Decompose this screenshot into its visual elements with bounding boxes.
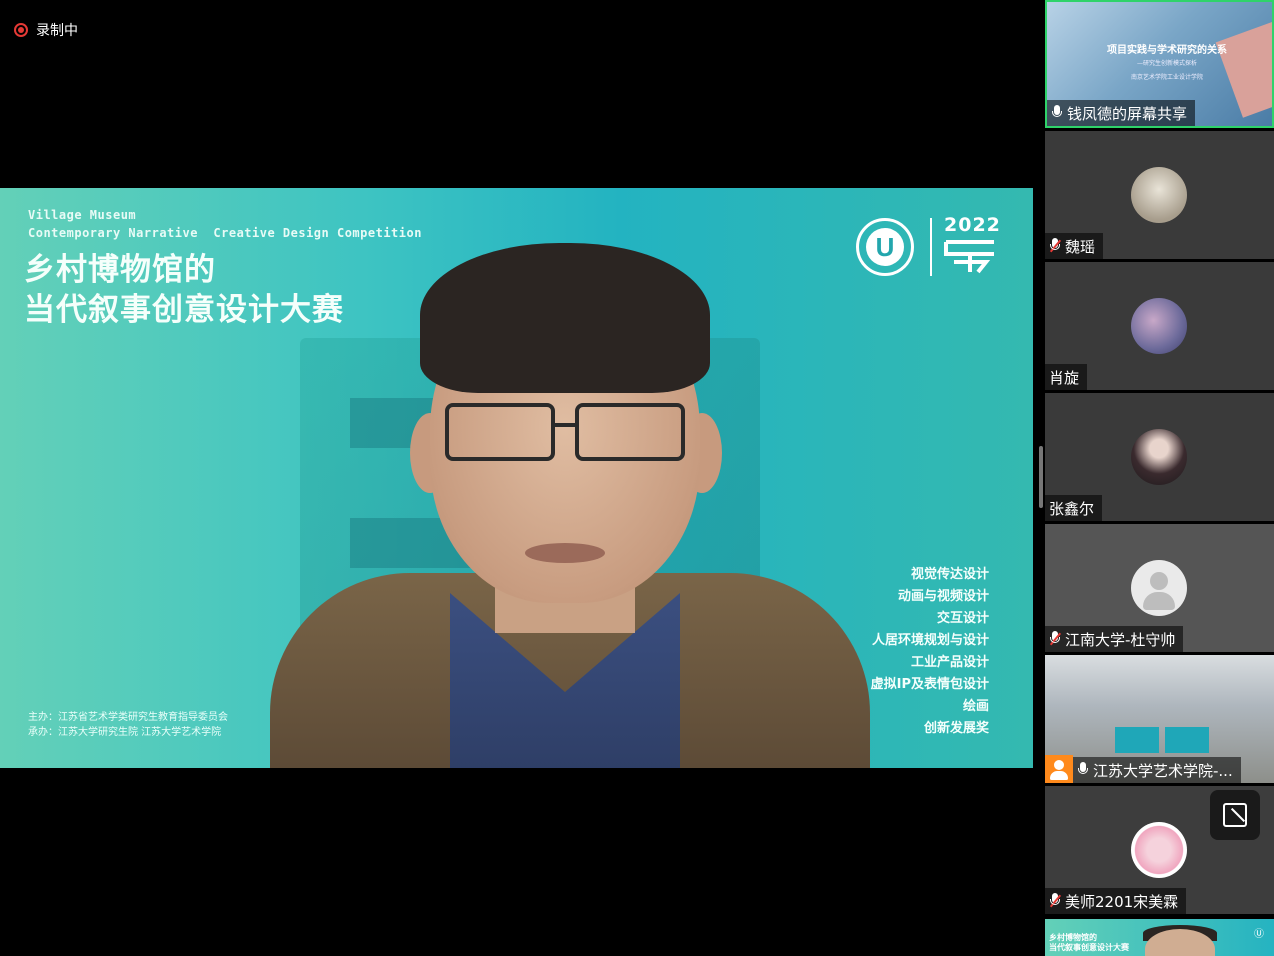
participant-tile-screen-share[interactable]: 项目实践与学术研究的关系 —研究生创新模式探析 南京艺术学院工业设计学院 钱凤德… xyxy=(1045,0,1274,128)
glasses xyxy=(445,403,555,461)
slide-organizer: 主办：江苏省艺术学类研究生教育指导委员会 承办：江苏大学研究生院 江苏大学艺术学… xyxy=(28,712,228,738)
avatar xyxy=(1131,822,1187,878)
category-item: 动画与视频设计 xyxy=(897,589,989,604)
microphone-icon xyxy=(1051,105,1063,121)
avatar xyxy=(1131,298,1187,354)
competition-mark-icon xyxy=(944,240,994,274)
category-item: 工业产品设计 xyxy=(910,655,989,670)
whiteboard-edit-icon xyxy=(1223,803,1247,827)
participant-tile[interactable]: 肖旋 xyxy=(1045,262,1274,390)
participant-tile[interactable]: 魏瑶 xyxy=(1045,131,1274,259)
share-thumbnail-subtitle: —研究生创新模式探析 xyxy=(1136,60,1197,67)
share-thumbnail-note: 南京艺术学院工业设计学院 xyxy=(1130,74,1203,81)
whiteboard-edit-button[interactable] xyxy=(1210,790,1260,840)
category-item: 绘画 xyxy=(962,699,989,714)
mini-slide-title: 乡村博物馆的 当代叙事创意设计大赛 xyxy=(1049,933,1129,952)
participant-tile[interactable]: 江南大学-杜守帅 xyxy=(1045,524,1274,652)
slide-category-list: 视觉传达设计 动画与视频设计 交互设计 人居环境规划与设计 工业产品设计 虚拟I… xyxy=(871,564,989,740)
category-item: 虚拟IP及表情包设计 xyxy=(870,677,989,692)
default-avatar-icon xyxy=(1131,560,1187,616)
recording-indicator: 录制中 xyxy=(14,20,78,40)
logo-year: 2022 xyxy=(944,214,1001,236)
presenter-video xyxy=(270,243,870,768)
avatar xyxy=(1131,429,1187,485)
microphone-muted-icon xyxy=(1049,238,1062,254)
host-person-icon xyxy=(1045,755,1073,783)
hall-screen xyxy=(1115,727,1159,753)
participant-label: 美师2201宋美霖 xyxy=(1045,888,1187,914)
slide-english-title: Village Museum Contemporary Narrative Cr… xyxy=(28,208,422,240)
participant-tile[interactable]: 张鑫尔 xyxy=(1045,393,1274,521)
participant-label: 钱凤德的屏幕共享 xyxy=(1047,100,1196,126)
sidebar-scrollbar[interactable] xyxy=(1039,446,1043,508)
microphone-muted-icon xyxy=(1049,631,1062,647)
recording-dot-icon xyxy=(14,23,28,37)
category-item: 创新发展奖 xyxy=(923,721,989,736)
category-item: 交互设计 xyxy=(936,611,989,626)
avatar xyxy=(1131,167,1187,223)
category-item: 视觉传达设计 xyxy=(910,567,989,582)
recording-label: 录制中 xyxy=(36,23,78,39)
participant-tile-video[interactable]: 江苏大学艺术学院-... xyxy=(1045,655,1274,783)
logo-divider xyxy=(930,218,932,276)
category-item: 人居环境规划与设计 xyxy=(871,633,989,648)
participant-label: 肖旋 xyxy=(1045,364,1088,390)
participant-label: 江苏大学艺术学院-... xyxy=(1073,757,1241,783)
main-video-stage[interactable]: Village Museum Contemporary Narrative Cr… xyxy=(0,188,1033,768)
share-thumbnail-title: 项目实践与学术研究的关系 xyxy=(1107,45,1227,56)
microphone-icon xyxy=(1077,762,1089,778)
participant-label: 江南大学-杜守帅 xyxy=(1045,626,1184,652)
mini-logo-icon: Ⓤ xyxy=(1254,929,1264,940)
participant-label: 张鑫尔 xyxy=(1045,495,1103,521)
participant-label: 魏瑶 xyxy=(1045,233,1104,259)
microphone-muted-icon xyxy=(1049,893,1062,909)
hall-screen xyxy=(1165,727,1209,753)
share-thumbnail-graphic xyxy=(1215,22,1272,118)
participant-tile-video-mini[interactable]: 乡村博物馆的 当代叙事创意设计大赛 Ⓤ xyxy=(1045,919,1274,956)
